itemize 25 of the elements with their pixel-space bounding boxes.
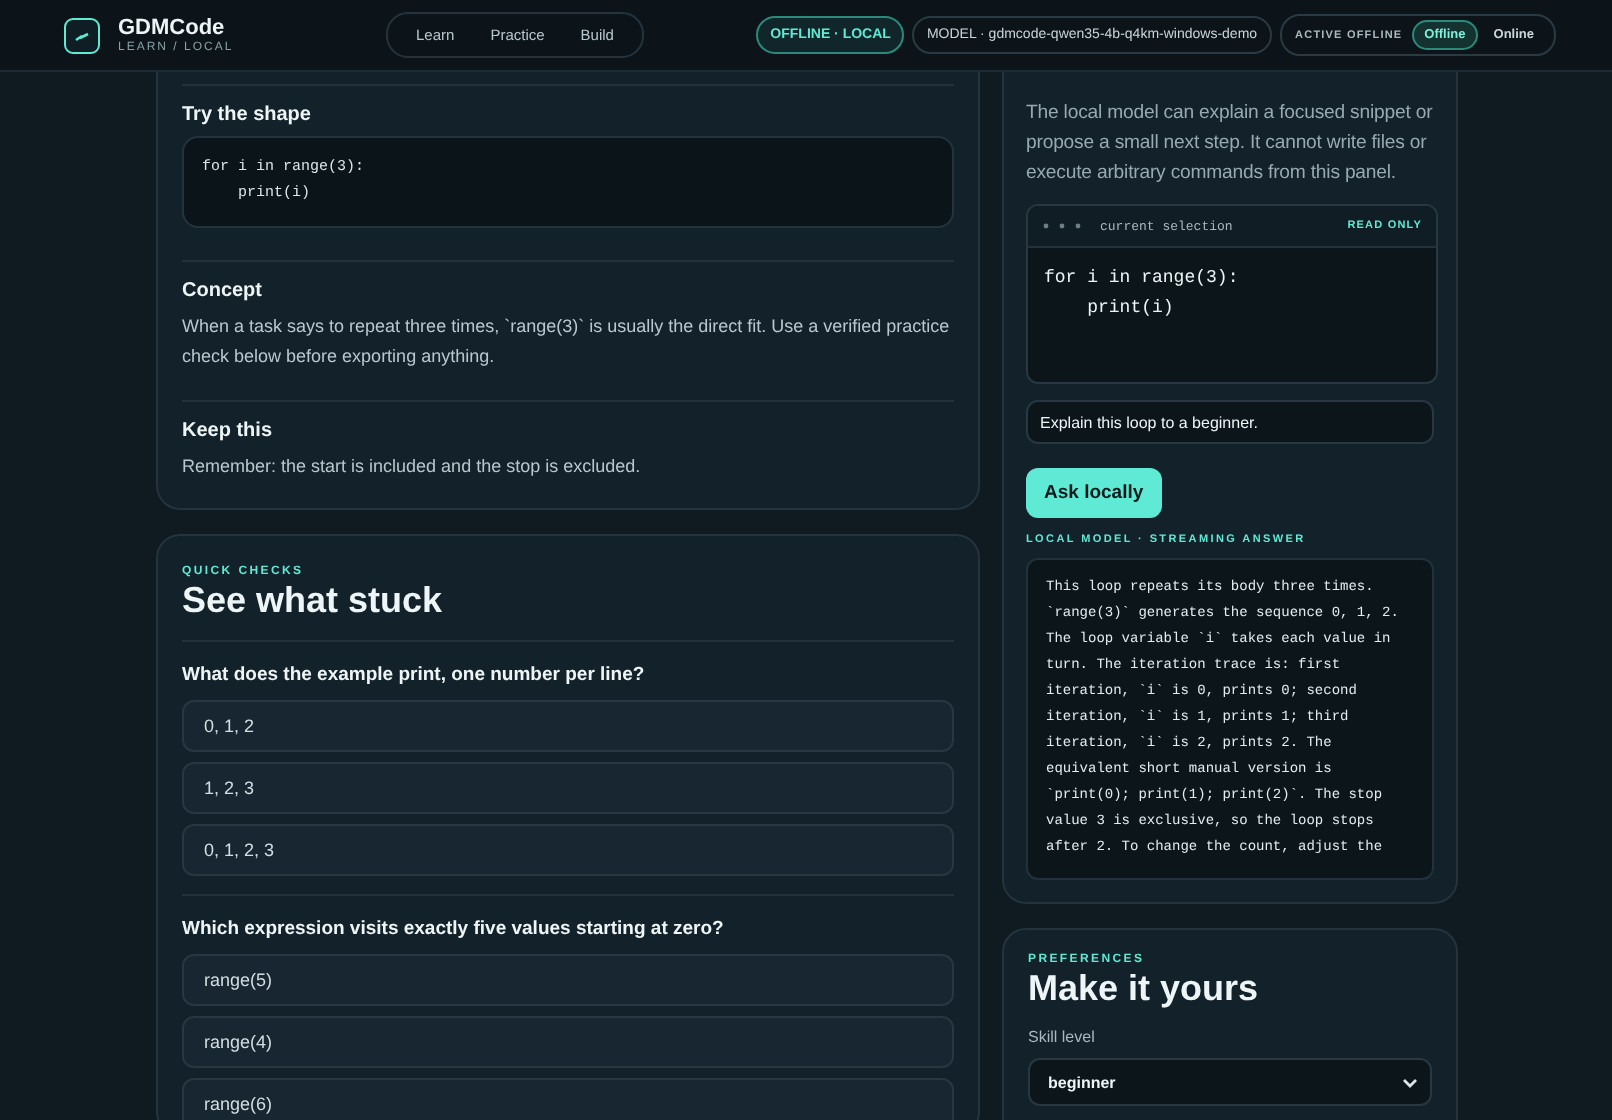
ask-button[interactable]: Ask locally (1026, 468, 1162, 518)
answer-option[interactable]: range(4) (182, 1016, 954, 1068)
section-text: Remember: the start is included and the stop is excluded. (182, 454, 643, 480)
answer-option[interactable]: 0, 1, 2, 3 (182, 824, 954, 876)
prompt-field[interactable]: Explain this loop to a beginner. (1026, 400, 1434, 444)
section-heading: Concept (182, 280, 264, 302)
answer-option[interactable]: 0, 1, 2 (182, 700, 954, 752)
section-title: Make it yours (1028, 968, 1261, 1010)
answer-option[interactable]: 1, 2, 3 (182, 762, 954, 814)
section-heading: Try the shape (182, 104, 313, 126)
section-title: See what stuck (182, 580, 445, 622)
app-title: GDMCode (118, 16, 227, 40)
logo-icon (64, 17, 100, 53)
section-heading: Keep this (182, 420, 275, 442)
skill-select[interactable]: beginner (1028, 1058, 1432, 1106)
assistant-intro: The local model can explain a focused snippet or propose a small next step. It cannot write files or execute arbitrary commands from this panel. (1026, 100, 1434, 188)
answer-option[interactable]: range(6) (182, 1078, 954, 1120)
question-prompt: What does the example print, one number per line? (182, 664, 647, 686)
window-dots-icon (1042, 222, 1082, 230)
chevron-icon (1402, 1077, 1418, 1087)
field-label: Skill level (1028, 1028, 1097, 1046)
section-text: When a task says to repeat three times, `range(3)` is usually the direct fit. Use a verified practice check below before exporting anything. (182, 314, 952, 370)
question-prompt: Which expression visits exactly five values starting at zero? (182, 918, 726, 940)
selection-code: for i in range(3): print(i) (1042, 266, 1241, 322)
answer-option[interactable]: range(5) (182, 954, 954, 1006)
